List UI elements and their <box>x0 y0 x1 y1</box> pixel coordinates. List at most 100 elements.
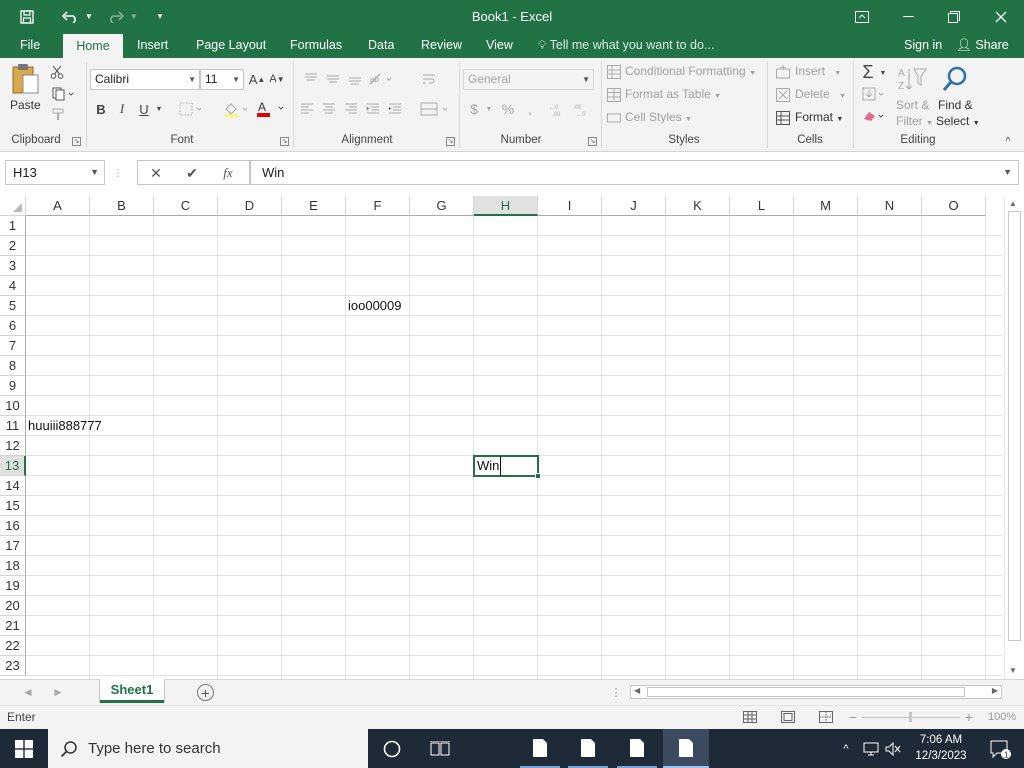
orientation-icon[interactable]: ab <box>366 70 396 88</box>
volume-icon[interactable] <box>882 729 904 768</box>
tab-file[interactable]: File <box>10 33 50 58</box>
cancel-entry-icon[interactable]: ✕ <box>144 163 168 183</box>
notifications-icon[interactable]: 1 <box>980 729 1020 768</box>
select-all-corner[interactable] <box>0 196 26 216</box>
row-header-8[interactable]: 8 <box>0 356 26 376</box>
row-header-7[interactable]: 7 <box>0 336 26 356</box>
split-handle-icon[interactable]: ⋮ <box>611 685 622 699</box>
more-options-icon[interactable]: ⋮ <box>113 166 123 180</box>
tab-home[interactable]: Home <box>63 34 123 58</box>
row-header-14[interactable]: 14 <box>0 476 26 496</box>
row-header-5[interactable]: 5 <box>0 296 26 316</box>
network-icon[interactable] <box>860 729 882 768</box>
borders-icon[interactable] <box>176 100 206 118</box>
task-view-icon[interactable] <box>420 729 460 768</box>
column-header-j[interactable]: J <box>602 196 666 216</box>
tell-me-box[interactable]: 💡︎ Tell me what you want to do... <box>532 33 720 58</box>
scroll-sheets-left-icon[interactable]: ◀ <box>22 686 34 698</box>
decrease-decimal-icon[interactable]: .00 →0 <box>572 100 594 118</box>
find-select-icon[interactable] <box>940 64 970 94</box>
restore-icon[interactable] <box>938 0 970 33</box>
underline-button[interactable]: U <box>135 100 153 118</box>
undo-dropdown-icon[interactable]: ▼ <box>83 0 95 33</box>
paste-icon[interactable] <box>8 62 42 96</box>
tab-page-layout[interactable]: Page Layout <box>186 33 276 58</box>
row-header-10[interactable]: 10 <box>0 396 26 416</box>
fill-color-icon[interactable] <box>220 100 252 118</box>
wrap-text-icon[interactable] <box>418 70 440 88</box>
zoom-out-icon[interactable]: − <box>847 709 859 725</box>
bold-button[interactable]: B <box>92 100 110 118</box>
column-header-i[interactable]: I <box>538 196 602 216</box>
merge-center-icon[interactable] <box>418 100 452 118</box>
row-header-21[interactable]: 21 <box>0 616 26 636</box>
show-hidden-icons-icon[interactable]: ^ <box>836 729 856 768</box>
row-header-20[interactable]: 20 <box>0 596 26 616</box>
row-header-12[interactable]: 12 <box>0 436 26 456</box>
cut-icon[interactable] <box>48 64 66 80</box>
font-launcher-icon[interactable]: ↘ <box>280 137 289 146</box>
sort-filter-icon[interactable]: AZ <box>895 64 929 94</box>
sign-in-link[interactable]: Sign in <box>894 33 952 58</box>
insert-cells-button[interactable]: Insert ▼ <box>795 64 841 78</box>
windows-start-icon[interactable] <box>0 729 48 768</box>
column-header-l[interactable]: L <box>730 196 794 216</box>
row-header-2[interactable]: 2 <box>0 236 26 256</box>
tab-view[interactable]: View <box>476 33 523 58</box>
taskbar-app-file-icon[interactable] <box>617 729 657 768</box>
redo-dropdown-icon[interactable]: ▼ <box>128 0 140 33</box>
minimize-icon[interactable] <box>892 0 924 33</box>
row-header-9[interactable]: 9 <box>0 376 26 396</box>
scroll-sheets-right-icon[interactable]: ▶ <box>52 686 64 698</box>
ribbon-display-options-icon[interactable] <box>846 0 878 33</box>
zoom-level[interactable]: 100% <box>988 711 1016 723</box>
sort-filter-label-1[interactable]: Sort & <box>896 98 929 112</box>
column-header-d[interactable]: D <box>218 196 282 216</box>
scroll-right-icon[interactable]: ▶ <box>992 686 998 695</box>
currency-button[interactable]: $ <box>466 100 482 118</box>
normal-view-icon[interactable] <box>742 710 758 724</box>
decrease-font-size-icon[interactable]: A ▼ <box>268 70 286 88</box>
vertical-scroll-thumb[interactable] <box>1008 211 1021 641</box>
fill-handle[interactable] <box>535 473 541 479</box>
column-header-e[interactable]: E <box>282 196 346 216</box>
collapse-ribbon-icon[interactable]: ^ <box>1000 134 1016 148</box>
tab-insert[interactable]: Insert <box>127 33 178 58</box>
autosum-icon[interactable]: Σ <box>858 62 878 82</box>
column-header-o[interactable]: O <box>922 196 986 216</box>
tab-data[interactable]: Data <box>358 33 404 58</box>
zoom-in-icon[interactable]: + <box>963 709 975 725</box>
insert-function-icon[interactable]: fx <box>216 163 240 183</box>
cell-a11[interactable]: huuiii888777 <box>28 416 102 436</box>
taskbar-app-file-icon[interactable] <box>568 729 608 768</box>
page-layout-view-icon[interactable] <box>780 710 796 724</box>
close-icon[interactable] <box>984 0 1018 33</box>
cells-area[interactable]: ioo00009 huuiii888777 Win <box>26 216 1002 679</box>
horizontal-scrollbar[interactable]: ◀ ▶ <box>630 685 1002 699</box>
share-button[interactable]: 👤︎ Share <box>950 33 1015 58</box>
conditional-formatting-button[interactable]: Conditional Formatting ▼ <box>625 64 756 78</box>
row-header-23[interactable]: 23 <box>0 656 26 676</box>
font-name-select[interactable]: Calibri ▼ <box>90 69 200 90</box>
italic-button[interactable]: I <box>113 100 131 118</box>
row-header-11[interactable]: 11 <box>0 416 26 436</box>
sheet-tab[interactable]: Sheet1 <box>100 679 164 703</box>
clipboard-launcher-icon[interactable]: ↘ <box>72 137 81 146</box>
column-header-c[interactable]: C <box>154 196 218 216</box>
horizontal-scroll-thumb[interactable] <box>647 687 965 697</box>
scroll-up-icon[interactable]: ▲ <box>1009 199 1017 208</box>
vertical-scrollbar[interactable]: ▲ ▼ <box>1004 196 1024 679</box>
percent-button[interactable]: % <box>499 100 517 118</box>
row-header-22[interactable]: 22 <box>0 636 26 656</box>
column-header-m[interactable]: M <box>794 196 858 216</box>
paste-label[interactable]: Paste <box>10 98 41 112</box>
clear-icon[interactable] <box>860 108 888 124</box>
number-launcher-icon[interactable]: ↘ <box>588 137 597 146</box>
formula-input[interactable]: Win ▼ <box>250 160 1019 185</box>
cortana-icon[interactable] <box>372 729 412 768</box>
column-header-n[interactable]: N <box>858 196 922 216</box>
column-header-k[interactable]: K <box>666 196 730 216</box>
column-header-g[interactable]: G <box>410 196 474 216</box>
scroll-left-icon[interactable]: ◀ <box>634 686 640 695</box>
zoom-slider-thumb[interactable] <box>909 712 912 722</box>
